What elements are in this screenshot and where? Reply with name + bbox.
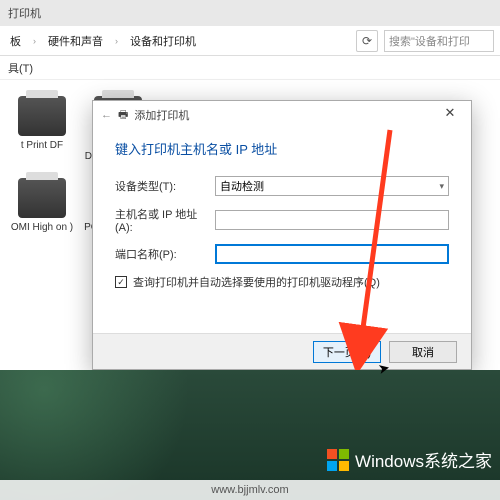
- device-type-value: 自动检测: [220, 178, 264, 194]
- close-button[interactable]: ✕: [437, 105, 463, 125]
- dialog-title: 添加打印机: [134, 107, 189, 123]
- windows-logo-icon: [327, 449, 349, 471]
- printer-item[interactable]: OMI High on ): [8, 178, 76, 233]
- dialog-heading: 键入打印机主机名或 IP 地址: [115, 139, 449, 158]
- close-icon: ✕: [445, 105, 456, 120]
- back-arrow-icon[interactable]: ←: [101, 109, 112, 121]
- chevron-right-icon: ›: [29, 34, 40, 48]
- printer-label: OMI High on ): [8, 222, 76, 233]
- cancel-button-label: 取消: [412, 344, 434, 360]
- device-type-label: 设备类型(T):: [115, 178, 215, 194]
- hostname-label: 主机名或 IP 地址(A):: [115, 206, 215, 234]
- next-button[interactable]: 下一页(N): [313, 341, 381, 363]
- breadcrumb-part[interactable]: 硬件和声音: [44, 31, 107, 51]
- watermark-url: www.bjjmlv.com: [0, 480, 500, 500]
- search-placeholder: 搜索"设备和打印: [389, 33, 470, 49]
- chevron-right-icon: ›: [111, 34, 122, 48]
- printer-icon: [18, 96, 66, 136]
- dialog-titlebar: ← 🖶 添加打印机 ✕: [93, 101, 471, 129]
- hostname-row: 主机名或 IP 地址(A):: [115, 206, 449, 234]
- dialog-body: 键入打印机主机名或 IP 地址 设备类型(T): 自动检测 ▾ 主机名或 IP …: [93, 129, 471, 300]
- breadcrumb-part[interactable]: 设备和打印机: [126, 31, 200, 51]
- refresh-icon: ⟳: [362, 34, 372, 48]
- printer-label: t Print DF: [8, 140, 76, 151]
- cancel-button[interactable]: 取消: [389, 341, 457, 363]
- hostname-input[interactable]: [215, 210, 449, 230]
- checkbox-label: 查询打印机并自动选择要使用的打印机驱动程序(Q): [133, 274, 380, 290]
- printer-small-icon: 🖶: [118, 106, 128, 125]
- next-button-label: 下一页(N): [323, 344, 371, 360]
- tab-title: 打印机: [8, 5, 41, 21]
- chevron-down-icon: ▾: [439, 181, 444, 192]
- checkbox-icon: ✓: [115, 276, 127, 288]
- refresh-button[interactable]: ⟳: [356, 30, 378, 52]
- portname-row: 端口名称(P):: [115, 244, 449, 264]
- query-driver-checkbox-row[interactable]: ✓ 查询打印机并自动选择要使用的打印机驱动程序(Q): [115, 274, 449, 290]
- add-printer-dialog: ← 🖶 添加打印机 ✕ 键入打印机主机名或 IP 地址 设备类型(T): 自动检…: [92, 100, 472, 370]
- breadcrumb-part[interactable]: 板: [6, 31, 25, 51]
- breadcrumb[interactable]: 板 › 硬件和声音 › 设备和打印机: [6, 31, 350, 51]
- device-type-row: 设备类型(T): 自动检测 ▾: [115, 176, 449, 196]
- printer-icon: [18, 178, 66, 218]
- toolbar: 具(T): [0, 56, 500, 80]
- watermark: Windows系统之家: [327, 447, 492, 472]
- printer-item[interactable]: t Print DF: [8, 96, 76, 162]
- device-type-select[interactable]: 自动检测 ▾: [215, 176, 449, 196]
- portname-input[interactable]: [215, 244, 449, 264]
- dialog-footer: 下一页(N) 取消: [93, 333, 471, 369]
- portname-label: 端口名称(P):: [115, 246, 215, 262]
- search-input[interactable]: 搜索"设备和打印: [384, 30, 494, 52]
- window-tab: 打印机: [0, 0, 500, 26]
- toolbar-label[interactable]: 具(T): [8, 60, 33, 76]
- watermark-text: Windows系统之家: [355, 447, 492, 472]
- address-bar: 板 › 硬件和声音 › 设备和打印机 ⟳ 搜索"设备和打印: [0, 26, 500, 56]
